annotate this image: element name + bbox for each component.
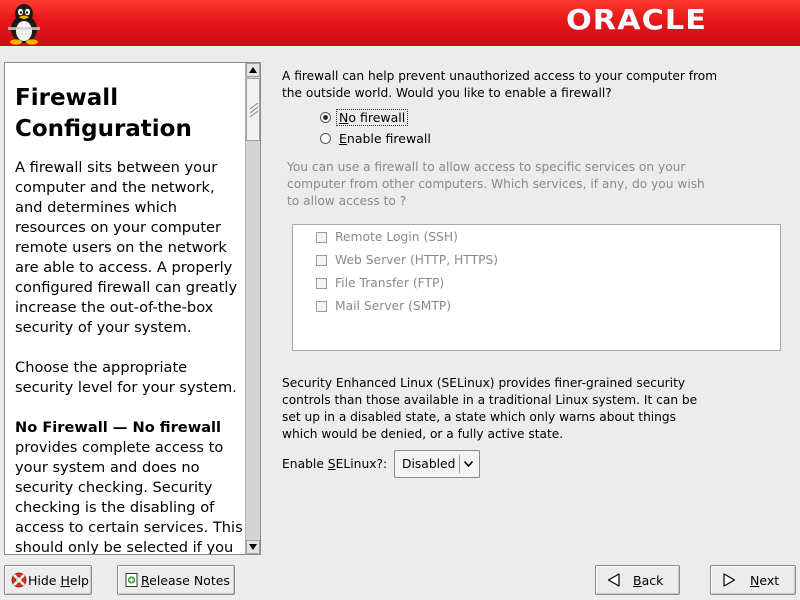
checkbox-icon [316, 254, 327, 266]
enable-firewall-radio[interactable]: Enable firewall [320, 129, 434, 147]
service-label: Web Server (HTTP, HTTPS) [335, 253, 499, 267]
grip-icon [250, 103, 258, 117]
hide-help-label: Hide Help [28, 572, 89, 588]
help-paragraph-no-firewall: No Firewall — No firewall provides compl… [15, 418, 245, 554]
help-bold-term: No Firewall — No firewall [15, 419, 222, 436]
checkbox-icon [316, 300, 327, 312]
service-http-checkbox[interactable]: Web Server (HTTP, HTTPS) [316, 251, 498, 269]
scroll-up-button[interactable] [246, 63, 260, 77]
lifebuoy-icon [11, 572, 27, 588]
help-panel: Firewall Configuration A firewall sits b… [4, 62, 261, 555]
arrow-down-icon [249, 544, 257, 550]
arrow-right-icon [723, 573, 736, 587]
service-smtp-checkbox[interactable]: Mail Server (SMTP) [316, 297, 451, 315]
selinux-label: Enable SELinux?: [282, 457, 388, 471]
hide-help-button[interactable]: Hide Help [4, 565, 92, 595]
help-paragraph-rest: provides complete access to your system … [15, 439, 243, 554]
service-ftp-checkbox[interactable]: File Transfer (FTP) [316, 274, 444, 292]
tux-penguin-icon [8, 4, 40, 45]
oracle-logo: ORACLE [566, 3, 708, 36]
radio-selected-icon [320, 111, 331, 123]
services-list: Remote Login (SSH) Web Server (HTTP, HTT… [292, 224, 781, 351]
checkbox-icon [316, 231, 327, 243]
document-plus-icon [125, 573, 138, 587]
checkbox-icon [316, 277, 327, 289]
radio-unselected-icon [320, 132, 331, 144]
help-scrollbar[interactable] [245, 63, 260, 554]
release-notes-label: Release Notes [141, 572, 230, 588]
service-label: Mail Server (SMTP) [335, 299, 452, 313]
selinux-description: Security Enhanced Linux (SELinux) provid… [282, 376, 698, 441]
release-notes-button[interactable]: Release Notes [117, 565, 235, 595]
scroll-down-button[interactable] [246, 540, 260, 554]
help-paragraph: A firewall sits between your computer an… [15, 159, 238, 336]
services-description: You can use a firewall to allow access t… [287, 160, 705, 208]
help-paragraph: Choose the appropriate security level fo… [15, 359, 237, 396]
firewall-intro-text: A firewall can help prevent unauthorized… [282, 69, 718, 100]
no-firewall-radio[interactable]: No firewall [320, 108, 409, 126]
service-ssh-checkbox[interactable]: Remote Login (SSH) [316, 228, 458, 246]
service-label: File Transfer (FTP) [335, 276, 445, 290]
arrow-up-icon [249, 67, 257, 73]
scroll-thumb[interactable] [246, 78, 260, 141]
service-label: Remote Login (SSH) [335, 230, 458, 244]
header-banner: ORACLE [0, 0, 800, 46]
back-label: Back [633, 572, 664, 588]
arrow-left-icon [607, 573, 620, 587]
next-label: Next [750, 572, 780, 588]
no-firewall-label: No firewall [336, 108, 409, 126]
chevron-down-icon [464, 461, 473, 467]
selinux-dropdown[interactable]: Disabled [394, 450, 480, 478]
help-title: Firewall Configuration [15, 85, 192, 142]
selinux-selected-value: Disabled [402, 457, 456, 471]
help-text-area: Firewall Configuration A firewall sits b… [5, 63, 245, 554]
next-button[interactable]: Next [710, 565, 796, 595]
enable-firewall-label: Enable firewall [339, 130, 431, 146]
dropdown-separator [459, 455, 460, 473]
back-button[interactable]: Back [595, 565, 680, 595]
